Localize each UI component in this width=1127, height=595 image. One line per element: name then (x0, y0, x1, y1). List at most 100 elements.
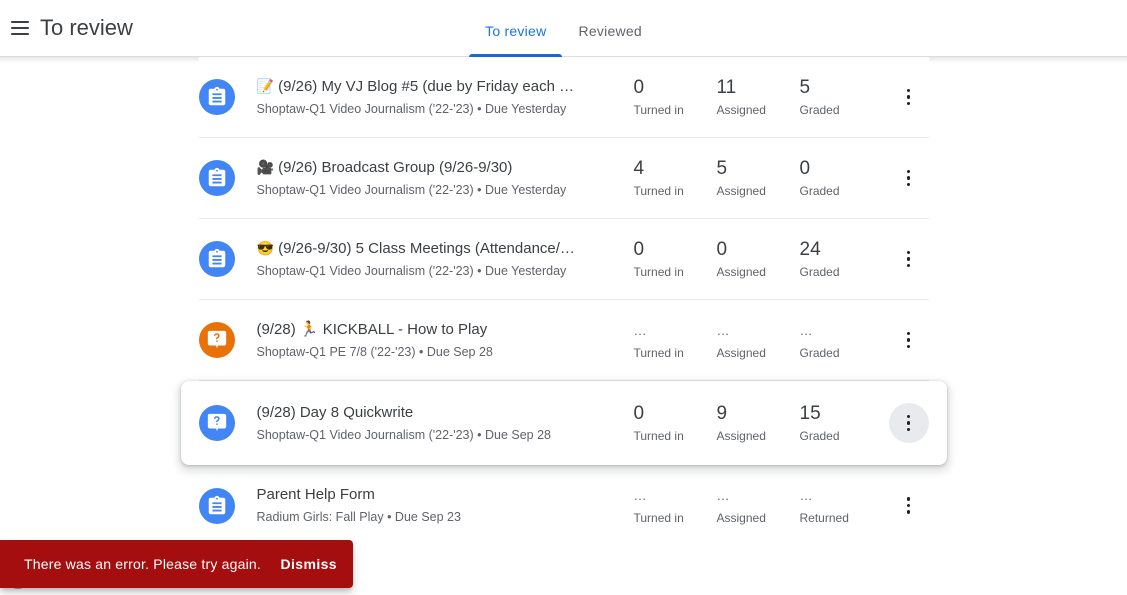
stat-value: … (716, 322, 731, 338)
stat-graded: 0 Graded (800, 157, 883, 200)
title-emoji-icon: 📝 (256, 78, 274, 94)
list-item-title: (9/28) 🏃 KICKBALL - How to Play (256, 320, 488, 338)
stat-value: 0 (633, 76, 645, 98)
list-item-title: 🎥 (9/26) Broadcast Group (9/26-9/30) (257, 157, 582, 178)
list-item-title: Parent Help Form (256, 486, 375, 503)
list-item-subtitle: Shoptaw-Q1 Video Journalism ('22-'23) • … (256, 102, 567, 116)
stat-graded: 24 Graded (800, 238, 883, 281)
more-options-icon[interactable] (889, 486, 929, 526)
hamburger-menu-icon[interactable] (8, 16, 32, 40)
list-item-subtitle: Shoptaw-Q1 Video Journalism ('22-'23) • … (256, 264, 567, 278)
stat-value: 5 (799, 76, 811, 98)
list-item-subtitle: Shoptaw-Q1 PE 7/8 ('22-'23) • Due Sep 28 (256, 344, 493, 359)
error-snackbar: There was an error. Please try again. Di… (0, 540, 353, 588)
stat-graded: 5 Graded (800, 76, 883, 119)
stat-label: Turned in (633, 428, 684, 443)
more-options-icon[interactable] (888, 403, 929, 443)
stat-value: … (716, 488, 731, 503)
stat-value: 11 (716, 76, 737, 98)
list-item-title: (9/28) Day 8 Quickwrite (256, 403, 414, 421)
title-emoji-icon: 🎥 (256, 159, 274, 175)
more-options-icon[interactable] (889, 77, 929, 117)
dismiss-button[interactable]: Dismiss (281, 556, 338, 572)
stat-assigned: … Assigned (717, 484, 800, 527)
stat-turned-in: … Turned in (634, 319, 717, 362)
stat-value: … (799, 322, 814, 338)
tab-to-review[interactable]: To review (469, 23, 563, 58)
stat-turned-in: 0 Turned in (634, 238, 717, 281)
list-item[interactable]: (9/28) Day 8 Quickwrite Shoptaw-Q1 Video … (180, 381, 947, 465)
list-item[interactable]: 🎥 (9/26) Broadcast Group (9/26-9/30) Shop… (198, 138, 929, 219)
stat-label: Graded (799, 183, 840, 198)
stat-assigned: 0 Assigned (717, 238, 800, 281)
stat-label: Turned in (633, 102, 684, 117)
snackbar-message: There was an error. Please try again. (24, 556, 261, 572)
question-icon (198, 405, 235, 441)
stat-label: Graded (799, 264, 840, 279)
list-item-subtitle: Radium Girls: Fall Play • Due Sep 23 (256, 510, 461, 524)
list-item-title-text: (9/26-9/30) 5 Class Meetings (Attendance… (278, 240, 575, 257)
assignment-icon (198, 487, 235, 524)
stat-value: 0 (633, 238, 645, 260)
list-item[interactable]: (9/28) 🏃 KICKBALL - How to Play Shoptaw-Q… (198, 300, 929, 381)
stat-label: Assigned (716, 345, 766, 360)
stat-label: Graded (799, 345, 840, 360)
stat-value: 9 (716, 402, 728, 424)
list-item-subtitle: Shoptaw-Q1 Video Journalism ('22-'23) • … (256, 183, 567, 197)
tab-reviewed[interactable]: Reviewed (562, 23, 657, 57)
stat-returned: … Returned (800, 484, 883, 527)
app-bar: To review To review Reviewed (0, 0, 1127, 58)
list-item[interactable]: 😎 (9/26-9/30) 5 Class Meetings (Attendan… (198, 219, 929, 300)
list-item-stats: … Turned in … Assigned … Returned (634, 484, 883, 527)
stat-label: Assigned (716, 102, 766, 117)
list-item[interactable]: Parent Help Form Radium Girls: Fall Play … (198, 465, 929, 546)
more-options-icon[interactable] (889, 158, 929, 198)
stat-label: Assigned (716, 428, 766, 443)
content-area: 📝 (9/26) My VJ Blog #5 (due by Friday ea… (0, 57, 1127, 595)
stat-label: Assigned (716, 511, 766, 525)
stat-value: … (633, 322, 648, 338)
stat-label: Graded (799, 428, 840, 443)
stat-value: 5 (716, 157, 728, 179)
stat-value: … (633, 488, 648, 503)
stat-value: 0 (633, 402, 645, 424)
stat-assigned: … Assigned (717, 319, 800, 362)
stat-value: 24 (799, 238, 821, 260)
stat-label: Assigned (716, 183, 766, 198)
stat-label: Assigned (716, 264, 766, 279)
stat-graded: 15 Graded (800, 402, 883, 445)
list-item-text: (9/28) Day 8 Quickwrite Shoptaw-Q1 Video … (257, 403, 634, 444)
stat-assigned: 11 Assigned (717, 76, 800, 119)
stat-turned-in: 0 Turned in (634, 76, 717, 119)
stat-assigned: 5 Assigned (717, 157, 800, 200)
list-item-text: 🎥 (9/26) Broadcast Group (9/26-9/30) Shop… (257, 157, 634, 199)
question-icon (198, 322, 235, 358)
stat-assigned: 9 Assigned (717, 402, 800, 445)
list-item-title-text: (9/26) My VJ Blog #5 (due by Friday each… (278, 78, 582, 95)
more-options-icon[interactable] (889, 239, 929, 279)
list-item-text: (9/28) 🏃 KICKBALL - How to Play Shoptaw-Q… (257, 320, 634, 361)
list-item-stats: 0 Turned in 11 Assigned 5 Graded (634, 76, 883, 119)
stat-graded: … Graded (800, 319, 883, 362)
stat-turned-in: 0 Turned in (634, 402, 717, 445)
list-item[interactable]: 📝 (9/26) My VJ Blog #5 (due by Friday ea… (198, 57, 929, 138)
list-item-text: Parent Help Form Radium Girls: Fall Play … (257, 485, 634, 526)
list-item-title: 📝 (9/26) My VJ Blog #5 (due by Friday ea… (257, 76, 582, 97)
assignment-icon (198, 241, 235, 277)
list-item-stats: … Turned in … Assigned … Graded (634, 319, 883, 362)
stat-turned-in: … Turned in (634, 484, 717, 527)
list-item-text: 📝 (9/26) My VJ Blog #5 (due by Friday ea… (257, 76, 634, 118)
list-item-stats: 4 Turned in 5 Assigned 0 Graded (634, 157, 883, 200)
stat-label: Graded (799, 102, 840, 117)
list-item-stats: 0 Turned in 0 Assigned 24 Graded (634, 238, 883, 281)
stat-label: Turned in (633, 264, 684, 279)
review-list: 📝 (9/26) My VJ Blog #5 (due by Friday ea… (180, 57, 947, 546)
title-emoji-icon: 😎 (256, 240, 274, 256)
stat-label: Returned (799, 511, 849, 525)
stat-turned-in: 4 Turned in (634, 157, 717, 200)
list-item-text: 😎 (9/26-9/30) 5 Class Meetings (Attendan… (257, 238, 634, 280)
assignment-icon (198, 160, 235, 196)
stat-value: 4 (633, 157, 645, 179)
stat-value: … (799, 488, 814, 503)
more-options-icon[interactable] (889, 320, 929, 360)
